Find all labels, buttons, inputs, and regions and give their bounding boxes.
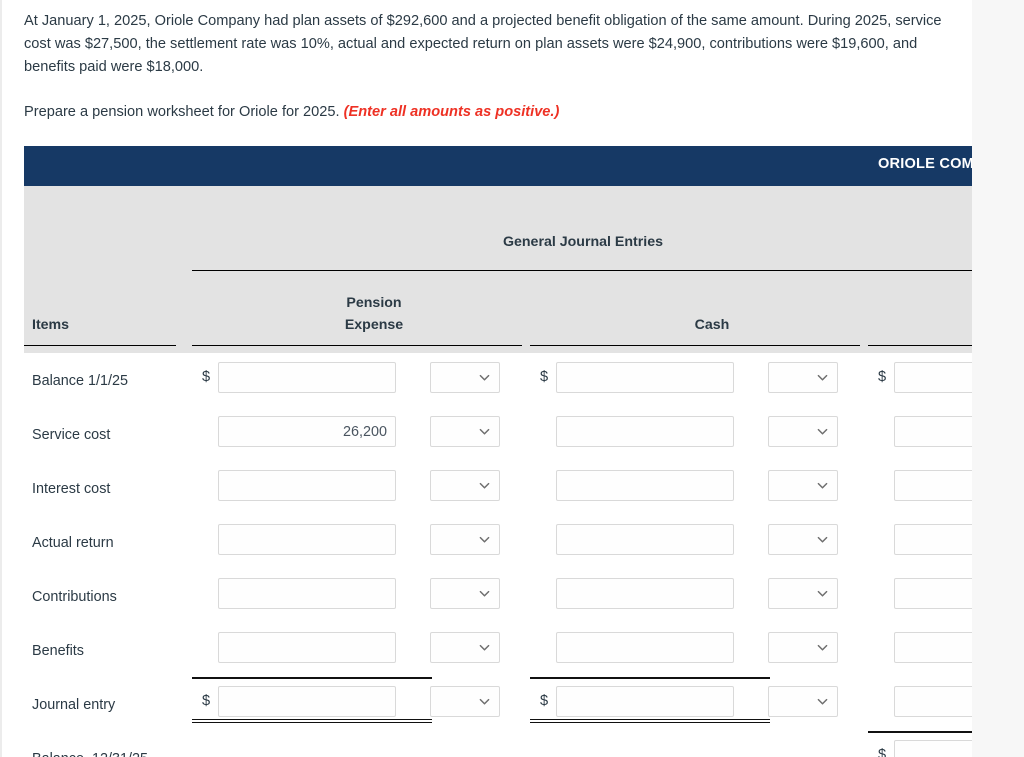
currency-symbol: $	[878, 369, 887, 385]
dr-cr-select-pension[interactable]	[430, 578, 500, 609]
amount-input-cash[interactable]	[556, 524, 734, 555]
instruction-text: Prepare a pension worksheet for Oriole f…	[24, 104, 340, 120]
currency-symbol: $	[202, 693, 211, 709]
column-header-items: Items	[32, 317, 70, 333]
row-label: Actual return	[32, 535, 114, 551]
viewport-clip-gutter	[972, 0, 1024, 757]
chevron-down-icon	[817, 426, 828, 437]
amount-input-pension[interactable]	[218, 362, 396, 393]
chevron-down-icon	[817, 642, 828, 653]
page-canvas: At January 1, 2025, Oriole Company had p…	[0, 0, 1024, 757]
amount-input-pension[interactable]	[218, 632, 396, 663]
amount-input-pension[interactable]	[218, 416, 396, 447]
worksheet-row: Balance 1/1/25 $ $ $	[24, 353, 1024, 407]
dr-cr-select-pension[interactable]	[430, 362, 500, 393]
row-label: Benefits	[32, 643, 84, 659]
worksheet-row: Contributions	[24, 569, 1024, 623]
worksheet-rows: Balance 1/1/25 $ $ $ Service cost Interest co…	[24, 353, 1024, 757]
dr-cr-select-cash[interactable]	[768, 470, 838, 501]
dr-cr-select-pension[interactable]	[430, 470, 500, 501]
chevron-down-icon	[479, 588, 490, 599]
amount-input-cash[interactable]	[556, 632, 734, 663]
chevron-down-icon	[479, 480, 490, 491]
chevron-down-icon	[479, 372, 490, 383]
dr-cr-select-cash[interactable]	[768, 524, 838, 555]
row-label: Contributions	[32, 589, 117, 605]
row-label: Journal entry	[32, 697, 116, 713]
total-double-rule-cash	[530, 719, 770, 723]
positive-amounts-hint: (Enter all amounts as positive.)	[343, 104, 560, 120]
amount-input-cash[interactable]	[556, 416, 734, 447]
chevron-down-icon	[817, 588, 828, 599]
amount-input-pension[interactable]	[218, 524, 396, 555]
worksheet-row: Service cost	[24, 407, 1024, 461]
row-label: Balance 1/1/25	[32, 373, 129, 389]
currency-symbol: $	[540, 693, 549, 709]
dr-cr-select-pension[interactable]	[430, 416, 500, 447]
column-header-pension-expense: Pension Expense	[214, 292, 534, 336]
general-journal-entries-header: General Journal Entries	[502, 234, 664, 250]
worksheet-row: Benefits	[24, 623, 1024, 677]
amount-input-pension[interactable]	[218, 470, 396, 501]
worksheet-row: Balance, 12/31/25 $	[24, 731, 1024, 757]
column-header-pension-expense-line2: Expense	[344, 317, 404, 333]
chevron-down-icon	[817, 696, 828, 707]
total-top-rule-pension	[192, 677, 432, 679]
instruction-line: Prepare a pension worksheet for Oriole f…	[24, 101, 972, 124]
worksheet-header-block: General Journal Entries Items Pension Ex…	[24, 186, 1024, 353]
amount-input-pension[interactable]	[218, 686, 396, 717]
pension-worksheet: ORIOLE COM General Journal Entries Items…	[24, 146, 1024, 757]
currency-symbol: $	[202, 369, 211, 385]
column-rule-cash	[530, 345, 860, 346]
problem-statement: At January 1, 2025, Oriole Company had p…	[24, 10, 972, 124]
dr-cr-select-cash[interactable]	[768, 632, 838, 663]
row-label: Balance, 12/31/25	[32, 751, 148, 757]
chevron-down-icon	[817, 480, 828, 491]
amount-input-cash[interactable]	[556, 362, 734, 393]
currency-symbol: $	[878, 747, 887, 757]
chevron-down-icon	[479, 534, 490, 545]
total-double-rule-pension	[192, 719, 432, 723]
column-header-cash: Cash	[694, 317, 730, 333]
column-header-pension-expense-line1: Pension	[346, 295, 402, 311]
amount-input-cash[interactable]	[556, 686, 734, 717]
currency-symbol: $	[540, 369, 549, 385]
dr-cr-select-pension[interactable]	[430, 524, 500, 555]
problem-paragraph: At January 1, 2025, Oriole Company had p…	[24, 13, 942, 75]
amount-input-cash[interactable]	[556, 470, 734, 501]
general-journal-entries-rule	[192, 270, 974, 271]
total-top-rule-cash	[530, 677, 770, 679]
chevron-down-icon	[817, 534, 828, 545]
dr-cr-select-cash[interactable]	[768, 578, 838, 609]
row-label: Interest cost	[32, 481, 111, 497]
dr-cr-select-pension[interactable]	[430, 632, 500, 663]
worksheet-row: Actual return	[24, 515, 1024, 569]
worksheet-title-bar: ORIOLE COM	[24, 146, 974, 186]
worksheet-row: Journal entry $ $	[24, 677, 1024, 731]
chevron-down-icon	[479, 696, 490, 707]
dr-cr-select-cash[interactable]	[768, 686, 838, 717]
chevron-down-icon	[817, 372, 828, 383]
company-title: ORIOLE COM	[877, 156, 974, 172]
column-rule-items	[24, 345, 176, 346]
dr-cr-select-cash[interactable]	[768, 362, 838, 393]
amount-input-cash[interactable]	[556, 578, 734, 609]
chevron-down-icon	[479, 426, 490, 437]
dr-cr-select-pension[interactable]	[430, 686, 500, 717]
amount-input-pension[interactable]	[218, 578, 396, 609]
worksheet-row: Interest cost	[24, 461, 1024, 515]
chevron-down-icon	[479, 642, 490, 653]
column-rule-pension-expense	[192, 345, 522, 346]
row-label: Service cost	[32, 427, 111, 443]
dr-cr-select-cash[interactable]	[768, 416, 838, 447]
